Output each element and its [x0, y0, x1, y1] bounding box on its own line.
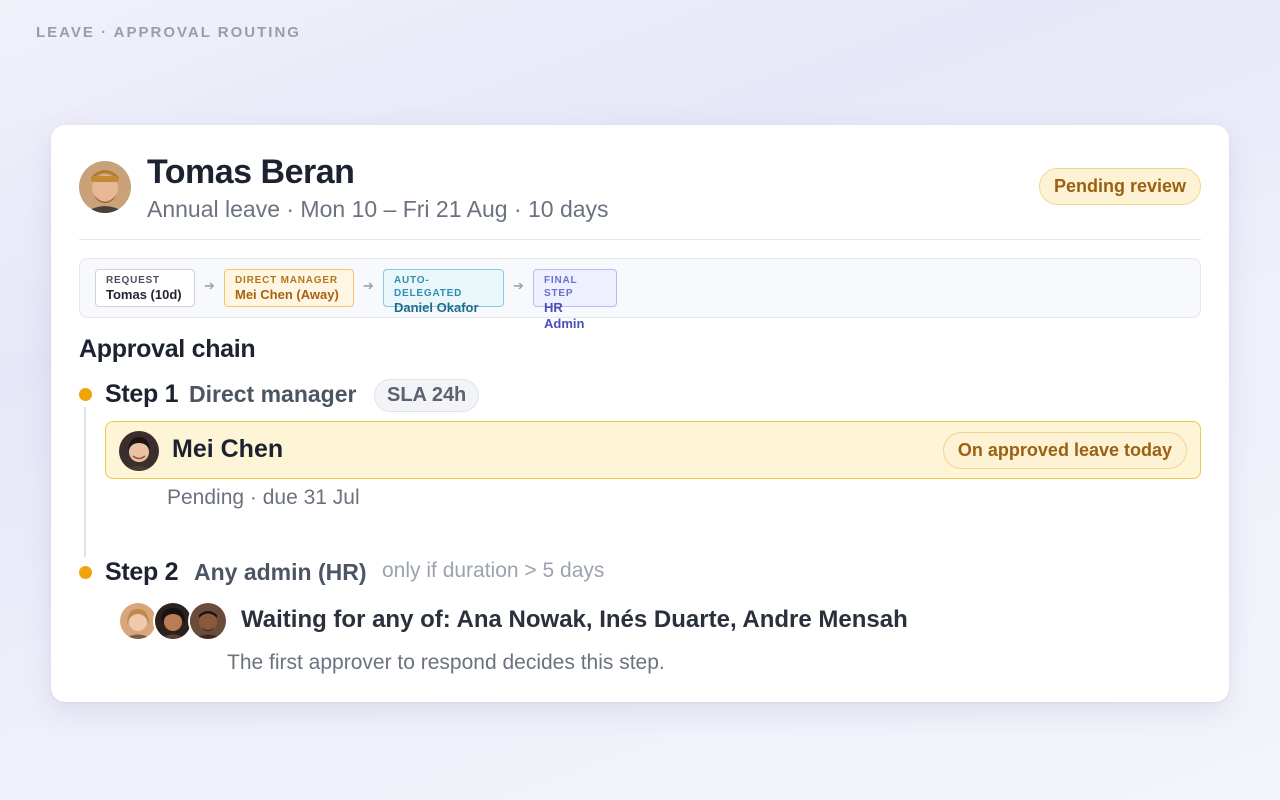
- avatar: [153, 601, 193, 641]
- approval-chain-title: Approval chain: [79, 335, 256, 363]
- timeline-line: [84, 407, 86, 557]
- step-2-note: The first approver to respond decides th…: [227, 651, 665, 674]
- route-node-label: FINAL STEP: [544, 275, 578, 299]
- avatar: [188, 601, 228, 641]
- step-2-label: Step 2: [105, 558, 179, 586]
- approver-avatar: [119, 431, 159, 471]
- route-node-direct-manager[interactable]: DIRECT MANAGER Mei Chen (Away): [224, 269, 354, 307]
- route-node-final-step[interactable]: FINAL STEP HR Admin: [533, 269, 617, 331]
- step-1-dot: [79, 388, 92, 401]
- employee-avatar: [79, 161, 131, 213]
- on-leave-badge: On approved leave today: [942, 432, 1187, 469]
- step-1-label: Step 1: [105, 380, 179, 408]
- step-1-status: Pending · due 31 Jul: [167, 486, 360, 509]
- arrow-right-icon: ➔: [204, 278, 215, 293]
- sla-badge: SLA 24h: [374, 379, 480, 412]
- routing-flow: REQUEST Tomas (10d) ➔ DIRECT MANAGER Mei…: [79, 258, 1201, 331]
- route-node-value: Tomas (10d): [106, 287, 182, 302]
- avatar: [118, 601, 158, 641]
- waiting-approvers: Waiting for any of: Ana Nowak, Inés Duar…: [241, 606, 908, 633]
- step-2-dot: [79, 566, 92, 579]
- route-node-label: REQUEST: [106, 275, 160, 286]
- route-node-value: Mei Chen (Away): [235, 287, 339, 302]
- status-badge: Pending review: [1038, 168, 1201, 205]
- route-node-value: Daniel Okafor: [394, 300, 479, 315]
- approver-row-mei-chen[interactable]: Mei Chen On approved leave today: [105, 421, 1201, 479]
- leave-request-card: Tomas Beran Annual leave · Mon 10 – Fri …: [51, 125, 1229, 702]
- step-1-role: Direct manager: [189, 381, 357, 407]
- divider: [79, 239, 1201, 240]
- route-node-auto-delegated[interactable]: AUTO-DELEGATED Daniel Okafor: [383, 269, 504, 315]
- employee-name: Tomas Beran: [147, 153, 355, 191]
- route-node-value: HR Admin: [544, 300, 585, 331]
- route-node-request[interactable]: REQUEST Tomas (10d): [95, 269, 195, 307]
- approver-avatar-stack[interactable]: [118, 601, 230, 641]
- arrow-right-icon: ➔: [513, 278, 524, 293]
- arrow-right-icon: ➔: [363, 278, 374, 293]
- approver-name: Mei Chen: [172, 435, 284, 463]
- breadcrumb: LEAVE · APPROVAL ROUTING: [36, 24, 301, 41]
- step-2-role: Any admin (HR): [194, 559, 367, 585]
- route-node-label: DIRECT MANAGER: [235, 275, 338, 286]
- step-2-condition: only if duration > 5 days: [382, 559, 605, 582]
- leave-summary: Annual leave · Mon 10 – Fri 21 Aug · 10 …: [147, 196, 609, 222]
- route-node-label: AUTO-DELEGATED: [394, 275, 463, 299]
